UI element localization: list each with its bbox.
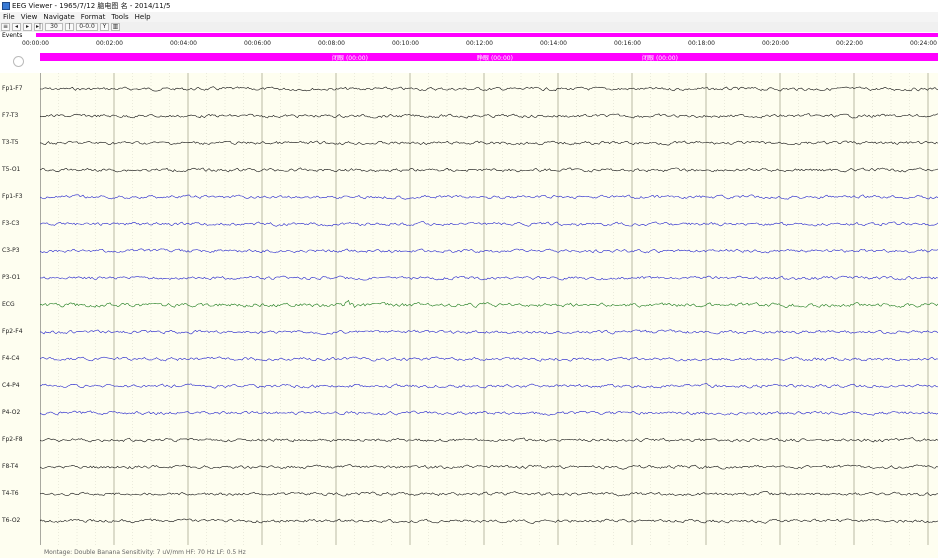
channel-label[interactable]: T5-O1 [2, 166, 20, 173]
channel-label[interactable]: T3-T5 [2, 139, 19, 146]
status-text: Montage: Double Banana Sensitivity: 7 uV… [44, 549, 246, 556]
channel-label[interactable]: C3-P3 [2, 247, 20, 254]
time-tick-label: 00:22:00 [836, 40, 863, 47]
filter-icon[interactable]: Y [100, 23, 109, 31]
eeg-trace [40, 221, 938, 227]
eeg-trace [40, 248, 938, 254]
time-tick-label: 00:08:00 [318, 40, 345, 47]
time-tick-label: 00:12:00 [466, 40, 493, 47]
eeg-trace [40, 275, 938, 281]
eeg-trace [40, 383, 938, 389]
events-row: Events [0, 32, 938, 39]
eeg-trace [40, 329, 938, 335]
channel-label[interactable]: Fp2-F4 [2, 328, 23, 335]
menu-format[interactable]: Format [81, 13, 106, 21]
channel-label[interactable]: F7-T3 [2, 112, 18, 119]
channel-labels-panel: Fp1-F7 F7-T3 T3-T5 T5-O1 Fp1-F3 F3-C3 C3-P3 P3-… [0, 73, 41, 545]
eeg-trace [40, 113, 938, 119]
channel-label[interactable]: Fp2-F8 [2, 436, 23, 443]
channel-label[interactable]: P3-O1 [2, 274, 20, 281]
window-title: EEG Viewer - 1965/7/12 脑电图 名 - 2014/11/5 [12, 2, 171, 10]
eeg-trace [40, 490, 938, 497]
channel-label[interactable]: Fp1-F3 [2, 193, 23, 200]
time-tick-label: 00:24:00 [910, 40, 937, 47]
events-label: Events [2, 32, 23, 39]
annotation-label: 睁眼 (00:00) [477, 54, 513, 62]
time-tick-label: 00:20:00 [762, 40, 789, 47]
status-bar: Montage: Double Banana Sensitivity: 7 uV… [0, 548, 938, 558]
menu-bar: File View Navigate Format Tools Help [0, 12, 938, 22]
menu-tools[interactable]: Tools [111, 13, 128, 21]
menu-help[interactable]: Help [135, 13, 151, 21]
app-icon [2, 2, 10, 10]
channel-label[interactable]: F3-C3 [2, 220, 19, 227]
eeg-trace [40, 518, 938, 524]
eeg-trace [40, 194, 938, 200]
channel-label[interactable]: F8-T4 [2, 463, 18, 470]
eeg-trace [40, 86, 938, 92]
events-bar[interactable] [36, 33, 938, 37]
eeg-trace-area[interactable]: 闭眼 (00:00) 睁眼 (00:00) 闭眼 (00:00) [40, 51, 938, 545]
annotation-label: 闭眼 (00:00) [642, 54, 678, 62]
eeg-trace [40, 299, 938, 309]
channel-label[interactable]: T4-T6 [2, 490, 19, 497]
channel-label[interactable]: Fp1-F7 [2, 85, 23, 92]
time-tick-label: 00:14:00 [540, 40, 567, 47]
time-tick-label: 00:16:00 [614, 40, 641, 47]
time-tick-label: 00:18:00 [688, 40, 715, 47]
next-page-icon[interactable]: ▸ [23, 23, 32, 31]
settings-circle-icon[interactable] [13, 56, 24, 67]
annotation-label: 闭眼 (00:00) [332, 54, 368, 62]
channel-label[interactable]: P4-O2 [2, 409, 20, 416]
eeg-trace [40, 356, 938, 362]
channel-label[interactable]: T6-O2 [2, 517, 20, 524]
montage-icon[interactable]: ▥ [111, 23, 120, 31]
time-tick-label: 00:10:00 [392, 40, 419, 47]
corner-panel [0, 51, 41, 73]
time-tick-label: 00:06:00 [244, 40, 271, 47]
time-tick-label: 00:00:00 [22, 40, 49, 47]
channel-label[interactable]: C4-P4 [2, 382, 20, 389]
eeg-trace [40, 464, 938, 470]
time-tick-label: 00:04:00 [170, 40, 197, 47]
menu-view[interactable]: View [21, 13, 38, 21]
time-tick-label: 00:02:00 [96, 40, 123, 47]
eeg-trace [40, 410, 938, 416]
eeg-trace [40, 437, 938, 443]
end-icon[interactable]: ▸| [34, 23, 43, 31]
eeg-trace [40, 167, 938, 173]
channel-label[interactable]: ECG [2, 301, 15, 308]
menu-navigate[interactable]: Navigate [43, 13, 74, 21]
speed-select[interactable]: 30 [45, 23, 63, 31]
menu-icon[interactable]: ≡ [1, 23, 10, 31]
divider-icon: | [65, 23, 74, 31]
eeg-trace [40, 140, 938, 146]
channel-label[interactable]: F4-C4 [2, 355, 19, 362]
prev-page-icon[interactable]: ◂ [12, 23, 21, 31]
menu-file[interactable]: File [3, 13, 15, 21]
filter-select[interactable]: 0-0.0 [76, 23, 98, 31]
